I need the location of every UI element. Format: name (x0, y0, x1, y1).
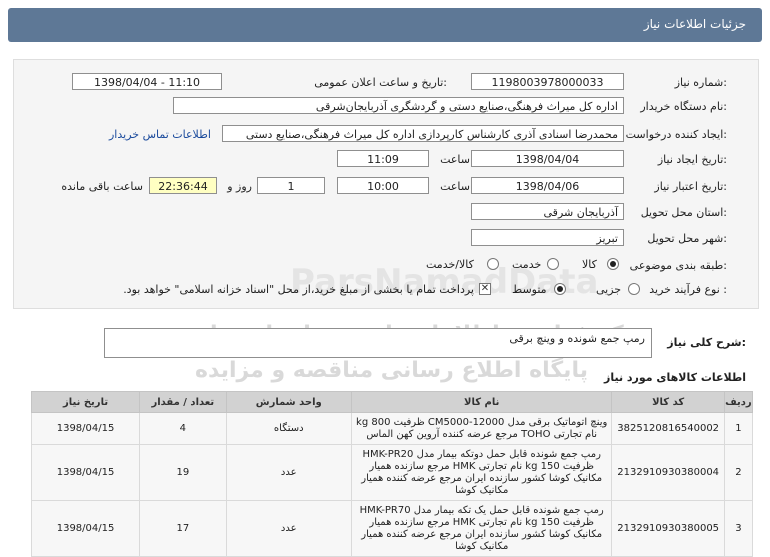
cell-date: 1398/04/15 (30, 412, 141, 445)
table-row[interactable]: 1398/04/15 4 دستگاه وینچ اتوماتیک برقی م… (30, 412, 754, 445)
page-title: جزئیات اطلاعات نیاز (643, 17, 746, 31)
process-minor-label: جزیی (596, 283, 622, 296)
cell-index: 3 (723, 500, 754, 557)
cell-code: 2132910930380004 (611, 444, 725, 501)
remaining-time-field: 22:36:44 (149, 177, 217, 194)
create-time-label: ساعت (440, 153, 470, 166)
cell-name: رمپ جمع شونده قابل حمل یک تکه بیمار مدل … (350, 500, 613, 557)
create-date-label: تاریخ ایجاد نیاز: (657, 153, 727, 166)
goods-table: تاریخ نیاز تعداد / مقدار واحد شمارش نام … (30, 391, 754, 557)
col-header-index: ردیف (723, 391, 754, 413)
category-label: طبقه بندی موضوعی: (629, 259, 727, 272)
cell-index: 2 (723, 444, 754, 501)
requester-label: ایجاد کننده درخواست: (625, 128, 727, 141)
category-goods-service-label: کالا/خدمت (426, 258, 474, 271)
cell-unit: دستگاه (225, 412, 352, 445)
category-service-label: خدمت (512, 258, 542, 271)
col-header-name: نام کالا (350, 391, 613, 413)
create-date-field[interactable]: 1398/04/04 (471, 150, 624, 167)
cell-qty: 19 (139, 444, 227, 501)
city-label: شهر محل تحویل: (647, 232, 727, 245)
process-label: نوع فرآیند خرید : (649, 283, 727, 296)
valid-time-label: ساعت (440, 180, 470, 193)
city-field[interactable]: تبریز (471, 229, 624, 246)
goods-section-title: اطلاعات کالاهای مورد نیاز (604, 371, 746, 384)
buyer-field[interactable]: اداره کل میراث فرهنگی،صنایع دستی و گردشگ… (173, 97, 624, 114)
treasury-payment-checkbox[interactable]: ✕ (479, 283, 491, 295)
cell-date: 1398/04/15 (30, 500, 141, 557)
category-service-radio[interactable] (547, 258, 559, 270)
category-goods-service-radio[interactable] (487, 258, 499, 270)
cell-qty: 4 (139, 412, 227, 445)
contact-buyer-link[interactable]: اطلاعات تماس خریدار (109, 128, 211, 141)
province-label: استان محل تحویل: (640, 206, 727, 219)
requester-field[interactable]: محمدرضا اسنادی آذری کارشناس کارپردازی اد… (222, 125, 624, 142)
table-header-row: تاریخ نیاز تعداد / مقدار واحد شمارش نام … (30, 391, 754, 413)
cell-code: 2132910930380005 (611, 500, 725, 557)
need-number-label: شماره نیاز: (674, 76, 727, 89)
valid-time-field[interactable]: 10:00 (337, 177, 429, 194)
cell-code: 3825120816540002 (611, 412, 725, 445)
col-header-unit: واحد شمارش (225, 391, 352, 413)
col-header-date: تاریخ نیاز (30, 391, 141, 413)
category-goods-radio[interactable] (607, 258, 619, 270)
table-row[interactable]: 1398/04/15 19 عدد رمپ جمع شونده قابل حمل… (30, 444, 754, 501)
valid-date-field[interactable]: 1398/04/06 (471, 177, 624, 194)
watermark-subtitle-2: پایگاه اطلاع رسانی مناقصه و مزایده (195, 358, 588, 383)
remaining-label: ساعت باقی مانده (61, 180, 143, 193)
cell-unit: عدد (225, 500, 352, 557)
cell-date: 1398/04/15 (30, 444, 141, 501)
days-label: روز و (227, 180, 252, 193)
description-field[interactable]: رمپ جمع شونده و وینچ برقی (104, 328, 652, 358)
cell-name: وینچ اتوماتیک برقی مدل CM5000-12000 ظرفی… (350, 412, 613, 445)
col-header-code: کد کالا (611, 391, 725, 413)
cell-qty: 17 (139, 500, 227, 557)
process-minor-radio[interactable] (628, 283, 640, 295)
cell-unit: عدد (225, 444, 352, 501)
treasury-payment-note: پرداخت تمام یا بخشی از مبلغ خرید،از محل … (123, 283, 474, 296)
cell-index: 1 (723, 412, 754, 445)
process-medium-radio[interactable] (554, 283, 566, 295)
buyer-label: نام دستگاه خریدار: (640, 100, 727, 113)
announce-date-field[interactable]: 1398/04/04 - 11:10 (72, 73, 222, 90)
table-row[interactable]: 1398/04/15 17 عدد رمپ جمع شونده قابل حمل… (30, 500, 754, 557)
page-header: جزئیات اطلاعات نیاز (8, 8, 762, 42)
days-field[interactable]: 1 (257, 177, 325, 194)
announce-date-label: تاریخ و ساعت اعلان عمومی: (314, 76, 447, 89)
need-number-field[interactable]: 1198003978000033 (471, 73, 624, 90)
province-field[interactable]: آذربایجان شرقی (471, 203, 624, 220)
col-header-qty: تعداد / مقدار (139, 391, 227, 413)
cell-name: رمپ جمع شونده قابل حمل دوتکه بیمار مدل H… (350, 444, 613, 501)
valid-date-label: تاریخ اعتبار نیاز: (654, 180, 727, 193)
category-goods-label: کالا (582, 258, 597, 271)
create-time-field[interactable]: 11:09 (337, 150, 429, 167)
description-label: شرح کلی نیاز: (667, 336, 746, 349)
process-medium-label: متوسط (512, 283, 547, 296)
